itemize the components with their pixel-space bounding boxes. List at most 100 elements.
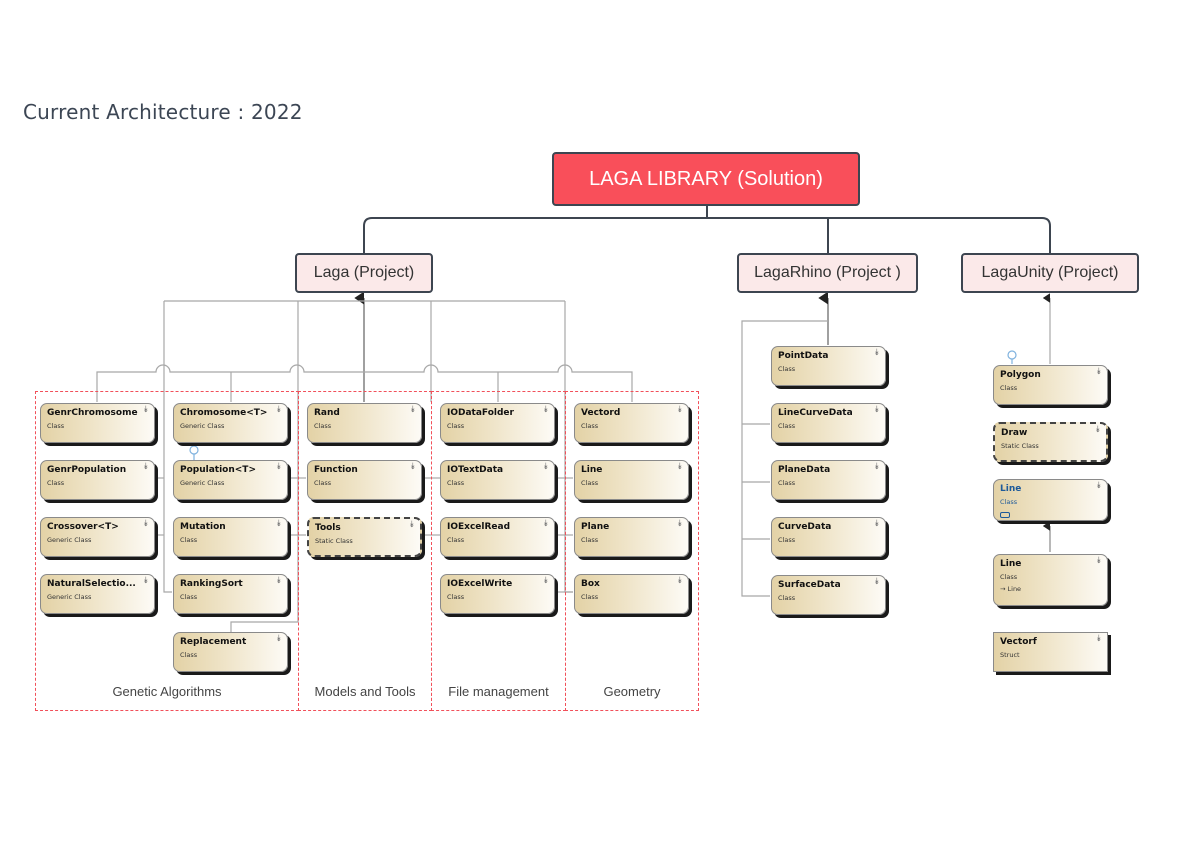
class-crossover[interactable]: Crossover<T> Generic Class ⯯ (40, 517, 155, 557)
class-kind: Class (778, 479, 796, 487)
expand-chevron-icon[interactable]: ⯯ (1095, 481, 1101, 491)
project-lagaunity[interactable]: LagaUnity (Project) (961, 253, 1139, 293)
class-name: PointData (778, 351, 829, 361)
class-name: Box (581, 579, 600, 589)
class-box[interactable]: Box Class ⯯ (574, 574, 689, 614)
expand-chevron-icon[interactable]: ⯯ (409, 405, 415, 415)
expand-chevron-icon[interactable]: ⯯ (873, 462, 879, 472)
class-name: Plane (581, 522, 610, 532)
class-linecurvedata[interactable]: LineCurveData Class ⯯ (771, 403, 886, 443)
expand-chevron-icon[interactable]: ⯯ (409, 462, 415, 472)
class-kind: Class (180, 651, 198, 659)
class-kind: Class (180, 536, 198, 544)
class-mutation[interactable]: Mutation Class ⯯ (173, 517, 288, 557)
class-name: IODataFolder (447, 408, 514, 418)
class-unity-line[interactable]: Line Class → Line ⯯ (993, 554, 1108, 606)
class-kind: Generic Class (180, 422, 225, 430)
class-tools[interactable]: Tools Static Class ⯯ (307, 517, 422, 557)
class-curvedata[interactable]: CurveData Class ⯯ (771, 517, 886, 557)
class-name: LineCurveData (778, 408, 853, 418)
class-planedata[interactable]: PlaneData Class ⯯ (771, 460, 886, 500)
class-kind: Class (581, 422, 599, 430)
expand-chevron-icon[interactable]: ⯯ (142, 462, 148, 472)
expand-chevron-icon[interactable]: ⯯ (873, 348, 879, 358)
class-vectord[interactable]: Vectord Class ⯯ (574, 403, 689, 443)
class-name: Line (581, 465, 603, 475)
expand-chevron-icon[interactable]: ⯯ (676, 576, 682, 586)
class-kind: Generic Class (47, 536, 92, 544)
expand-chevron-icon[interactable]: ⯯ (873, 405, 879, 415)
class-iotextdata[interactable]: IOTextData Class ⯯ (440, 460, 555, 500)
collapsed-members-icon (1000, 512, 1010, 518)
solution-node[interactable]: LAGA LIBRARY (Solution) (552, 152, 860, 206)
class-draw[interactable]: Draw Static Class ⯯ (993, 422, 1108, 462)
class-line[interactable]: Line Class ⯯ (574, 460, 689, 500)
class-name: SurfaceData (778, 580, 841, 590)
group-label-files: File management (448, 684, 549, 699)
class-name: Population<T> (180, 465, 256, 475)
class-population[interactable]: Population<T> Generic Class ⯯ (173, 460, 288, 500)
solution-to-project-lines (363, 206, 1051, 253)
class-name: Line (1000, 559, 1022, 569)
expand-chevron-icon[interactable]: ⯯ (408, 520, 414, 530)
project-lagarhino[interactable]: LagaRhino (Project ) (737, 253, 918, 293)
expand-chevron-icon[interactable]: ⯯ (275, 405, 281, 415)
class-iodatafolder[interactable]: IODataFolder Class ⯯ (440, 403, 555, 443)
class-polygon[interactable]: Polygon Class ⯯ (993, 365, 1108, 405)
expand-chevron-icon[interactable]: ⯯ (275, 519, 281, 529)
expand-chevron-icon[interactable]: ⯯ (676, 405, 682, 415)
class-ioexcelwrite[interactable]: IOExcelWrite Class ⯯ (440, 574, 555, 614)
expand-chevron-icon[interactable]: ⯯ (542, 519, 548, 529)
class-rand[interactable]: Rand Class ⯯ (307, 403, 422, 443)
expand-chevron-icon[interactable]: ⯯ (873, 519, 879, 529)
class-name: GenrPopulation (47, 465, 127, 475)
expand-chevron-icon[interactable]: ⯯ (542, 405, 548, 415)
class-name: RankingSort (180, 579, 243, 589)
expand-chevron-icon[interactable]: ⯯ (542, 576, 548, 586)
class-ioexcelread[interactable]: IOExcelRead Class ⯯ (440, 517, 555, 557)
class-genrpopulation[interactable]: GenrPopulation Class ⯯ (40, 460, 155, 500)
expand-chevron-icon[interactable]: ⯯ (676, 519, 682, 529)
expand-chevron-icon[interactable]: ⯯ (1094, 425, 1100, 435)
class-name: Vectorf (1000, 637, 1037, 647)
class-plane[interactable]: Plane Class ⯯ (574, 517, 689, 557)
class-pointdata[interactable]: PointData Class ⯯ (771, 346, 886, 386)
expand-chevron-icon[interactable]: ⯯ (542, 462, 548, 472)
expand-chevron-icon[interactable]: ⯯ (873, 577, 879, 587)
class-replacement[interactable]: Replacement Class ⯯ (173, 632, 288, 672)
expand-chevron-icon[interactable]: ⯯ (275, 576, 281, 586)
class-function[interactable]: Function Class ⯯ (307, 460, 422, 500)
class-kind: Struct (1000, 651, 1020, 659)
class-kind: Class (447, 536, 465, 544)
expand-chevron-icon[interactable]: ⯯ (142, 519, 148, 529)
class-naturalselection[interactable]: NaturalSelectio... Generic Class ⯯ (40, 574, 155, 614)
class-unity-line-base[interactable]: Line Class ⯯ (993, 479, 1108, 521)
expand-chevron-icon[interactable]: ⯯ (275, 462, 281, 472)
expand-chevron-icon[interactable]: ⯯ (1095, 367, 1101, 377)
class-name: IOExcelWrite (447, 579, 513, 589)
expand-chevron-icon[interactable]: ⯯ (676, 462, 682, 472)
expand-chevron-icon[interactable]: ⯯ (1095, 556, 1101, 566)
class-name: Mutation (180, 522, 226, 532)
project-laga[interactable]: Laga (Project) (295, 253, 433, 293)
group-label-models: Models and Tools (314, 684, 416, 699)
class-name: Crossover<T> (47, 522, 119, 532)
class-kind: Class (447, 593, 465, 601)
expand-chevron-icon[interactable]: ⯯ (1095, 634, 1101, 644)
class-rankingsort[interactable]: RankingSort Class ⯯ (173, 574, 288, 614)
class-kind: Class (581, 593, 599, 601)
struct-vectorf[interactable]: Vectorf Struct ⯯ (993, 632, 1108, 672)
class-name: GenrChromosome (47, 408, 138, 418)
expand-chevron-icon[interactable]: ⯯ (142, 576, 148, 586)
expand-chevron-icon[interactable]: ⯯ (142, 405, 148, 415)
class-genrchromosome[interactable]: GenrChromosome Class ⯯ (40, 403, 155, 443)
class-name: CurveData (778, 522, 832, 532)
class-kind: Class (581, 536, 599, 544)
class-kind: Class (778, 594, 796, 602)
class-name: Draw (1001, 428, 1028, 438)
class-surfacedata[interactable]: SurfaceData Class ⯯ (771, 575, 886, 615)
class-name: PlaneData (778, 465, 831, 475)
expand-chevron-icon[interactable]: ⯯ (275, 634, 281, 644)
class-chromosome[interactable]: Chromosome<T> Generic Class ⯯ (173, 403, 288, 443)
class-kind: Generic Class (180, 479, 225, 487)
